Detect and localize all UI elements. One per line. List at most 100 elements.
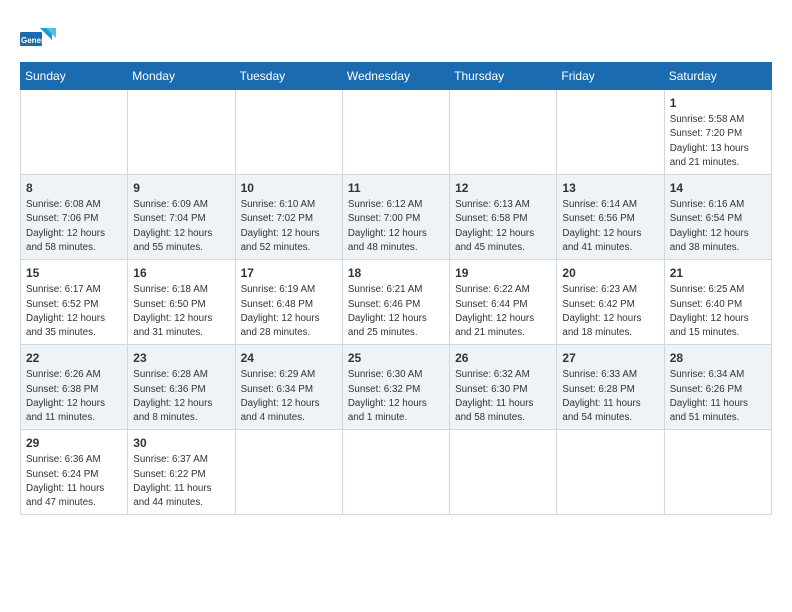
- day-info: Sunrise: 6:09 AMSunset: 7:04 PMDaylight:…: [133, 199, 212, 253]
- day-cell-23: 23 Sunrise: 6:28 AMSunset: 6:36 PMDaylig…: [128, 345, 235, 430]
- logo: General: [20, 24, 60, 54]
- day-info: Sunrise: 6:36 AMSunset: 6:24 PMDaylight:…: [26, 454, 104, 508]
- header-day-wednesday: Wednesday: [342, 63, 449, 90]
- day-number: 30: [133, 435, 229, 451]
- day-cell-16: 16 Sunrise: 6:18 AMSunset: 6:50 PMDaylig…: [128, 260, 235, 345]
- day-number: 14: [670, 180, 766, 196]
- day-info: Sunrise: 6:08 AMSunset: 7:06 PMDaylight:…: [26, 199, 105, 253]
- day-cell-15: 15 Sunrise: 6:17 AMSunset: 6:52 PMDaylig…: [21, 260, 128, 345]
- day-cell-27: 27 Sunrise: 6:33 AMSunset: 6:28 PMDaylig…: [557, 345, 664, 430]
- week-row-1: 1 Sunrise: 5:58 AMSunset: 7:20 PMDayligh…: [21, 90, 772, 175]
- day-cell-22: 22 Sunrise: 6:26 AMSunset: 6:38 PMDaylig…: [21, 345, 128, 430]
- week-row-2: 8 Sunrise: 6:08 AMSunset: 7:06 PMDayligh…: [21, 175, 772, 260]
- day-number: 8: [26, 180, 122, 196]
- day-number: 25: [348, 350, 444, 366]
- day-info: Sunrise: 6:10 AMSunset: 7:02 PMDaylight:…: [241, 199, 320, 253]
- day-cell-17: 17 Sunrise: 6:19 AMSunset: 6:48 PMDaylig…: [235, 260, 342, 345]
- empty-cell: [450, 90, 557, 175]
- empty-cell: [21, 90, 128, 175]
- empty-cell: [235, 90, 342, 175]
- day-cell-18: 18 Sunrise: 6:21 AMSunset: 6:46 PMDaylig…: [342, 260, 449, 345]
- day-info: Sunrise: 6:19 AMSunset: 6:48 PMDaylight:…: [241, 284, 320, 338]
- header-day-tuesday: Tuesday: [235, 63, 342, 90]
- day-info: Sunrise: 6:26 AMSunset: 6:38 PMDaylight:…: [26, 369, 105, 423]
- day-cell-28: 28 Sunrise: 6:34 AMSunset: 6:26 PMDaylig…: [664, 345, 771, 430]
- day-info: Sunrise: 6:17 AMSunset: 6:52 PMDaylight:…: [26, 284, 105, 338]
- day-number: 9: [133, 180, 229, 196]
- day-info: Sunrise: 6:29 AMSunset: 6:34 PMDaylight:…: [241, 369, 320, 423]
- day-info: Sunrise: 5:58 AMSunset: 7:20 PMDaylight:…: [670, 114, 749, 168]
- day-info: Sunrise: 6:25 AMSunset: 6:40 PMDaylight:…: [670, 284, 749, 338]
- day-number: 28: [670, 350, 766, 366]
- empty-cell: [664, 430, 771, 515]
- day-number: 13: [562, 180, 658, 196]
- day-info: Sunrise: 6:22 AMSunset: 6:44 PMDaylight:…: [455, 284, 534, 338]
- header-day-monday: Monday: [128, 63, 235, 90]
- day-number: 21: [670, 265, 766, 281]
- week-row-3: 15 Sunrise: 6:17 AMSunset: 6:52 PMDaylig…: [21, 260, 772, 345]
- day-number: 16: [133, 265, 229, 281]
- day-cell-12: 12 Sunrise: 6:13 AMSunset: 6:58 PMDaylig…: [450, 175, 557, 260]
- day-number: 27: [562, 350, 658, 366]
- day-cell-29: 29 Sunrise: 6:36 AMSunset: 6:24 PMDaylig…: [21, 430, 128, 515]
- day-number: 11: [348, 180, 444, 196]
- day-number: 19: [455, 265, 551, 281]
- day-info: Sunrise: 6:32 AMSunset: 6:30 PMDaylight:…: [455, 369, 533, 423]
- day-info: Sunrise: 6:23 AMSunset: 6:42 PMDaylight:…: [562, 284, 641, 338]
- day-cell-1: 1 Sunrise: 5:58 AMSunset: 7:20 PMDayligh…: [664, 90, 771, 175]
- day-cell-13: 13 Sunrise: 6:14 AMSunset: 6:56 PMDaylig…: [557, 175, 664, 260]
- day-number: 29: [26, 435, 122, 451]
- day-cell-24: 24 Sunrise: 6:29 AMSunset: 6:34 PMDaylig…: [235, 345, 342, 430]
- day-number: 24: [241, 350, 337, 366]
- page: General SundayMondayTuesdayWednesdayThur…: [0, 0, 792, 525]
- calendar-table: SundayMondayTuesdayWednesdayThursdayFrid…: [20, 62, 772, 515]
- header-day-thursday: Thursday: [450, 63, 557, 90]
- empty-cell: [557, 430, 664, 515]
- day-number: 18: [348, 265, 444, 281]
- day-number: 20: [562, 265, 658, 281]
- day-number: 12: [455, 180, 551, 196]
- day-cell-14: 14 Sunrise: 6:16 AMSunset: 6:54 PMDaylig…: [664, 175, 771, 260]
- day-cell-26: 26 Sunrise: 6:32 AMSunset: 6:30 PMDaylig…: [450, 345, 557, 430]
- day-cell-10: 10 Sunrise: 6:10 AMSunset: 7:02 PMDaylig…: [235, 175, 342, 260]
- day-cell-25: 25 Sunrise: 6:30 AMSunset: 6:32 PMDaylig…: [342, 345, 449, 430]
- header-day-saturday: Saturday: [664, 63, 771, 90]
- day-info: Sunrise: 6:18 AMSunset: 6:50 PMDaylight:…: [133, 284, 212, 338]
- day-number: 10: [241, 180, 337, 196]
- header-day-friday: Friday: [557, 63, 664, 90]
- day-number: 1: [670, 95, 766, 111]
- day-cell-30: 30 Sunrise: 6:37 AMSunset: 6:22 PMDaylig…: [128, 430, 235, 515]
- logo-icon: General: [20, 24, 56, 54]
- day-number: 17: [241, 265, 337, 281]
- day-number: 23: [133, 350, 229, 366]
- day-info: Sunrise: 6:13 AMSunset: 6:58 PMDaylight:…: [455, 199, 534, 253]
- empty-cell: [342, 90, 449, 175]
- day-number: 22: [26, 350, 122, 366]
- day-info: Sunrise: 6:33 AMSunset: 6:28 PMDaylight:…: [562, 369, 640, 423]
- header-day-sunday: Sunday: [21, 63, 128, 90]
- day-number: 15: [26, 265, 122, 281]
- day-cell-21: 21 Sunrise: 6:25 AMSunset: 6:40 PMDaylig…: [664, 260, 771, 345]
- day-info: Sunrise: 6:12 AMSunset: 7:00 PMDaylight:…: [348, 199, 427, 253]
- empty-cell: [235, 430, 342, 515]
- empty-cell: [557, 90, 664, 175]
- day-number: 26: [455, 350, 551, 366]
- empty-cell: [342, 430, 449, 515]
- day-cell-8: 8 Sunrise: 6:08 AMSunset: 7:06 PMDayligh…: [21, 175, 128, 260]
- day-info: Sunrise: 6:28 AMSunset: 6:36 PMDaylight:…: [133, 369, 212, 423]
- empty-cell: [128, 90, 235, 175]
- week-row-5: 29 Sunrise: 6:36 AMSunset: 6:24 PMDaylig…: [21, 430, 772, 515]
- header: General: [20, 18, 772, 54]
- week-row-4: 22 Sunrise: 6:26 AMSunset: 6:38 PMDaylig…: [21, 345, 772, 430]
- day-cell-20: 20 Sunrise: 6:23 AMSunset: 6:42 PMDaylig…: [557, 260, 664, 345]
- day-info: Sunrise: 6:14 AMSunset: 6:56 PMDaylight:…: [562, 199, 641, 253]
- svg-text:General: General: [21, 36, 51, 45]
- day-info: Sunrise: 6:37 AMSunset: 6:22 PMDaylight:…: [133, 454, 211, 508]
- day-info: Sunrise: 6:30 AMSunset: 6:32 PMDaylight:…: [348, 369, 427, 423]
- day-cell-19: 19 Sunrise: 6:22 AMSunset: 6:44 PMDaylig…: [450, 260, 557, 345]
- empty-cell: [450, 430, 557, 515]
- day-info: Sunrise: 6:16 AMSunset: 6:54 PMDaylight:…: [670, 199, 749, 253]
- header-row: SundayMondayTuesdayWednesdayThursdayFrid…: [21, 63, 772, 90]
- day-info: Sunrise: 6:21 AMSunset: 6:46 PMDaylight:…: [348, 284, 427, 338]
- day-info: Sunrise: 6:34 AMSunset: 6:26 PMDaylight:…: [670, 369, 748, 423]
